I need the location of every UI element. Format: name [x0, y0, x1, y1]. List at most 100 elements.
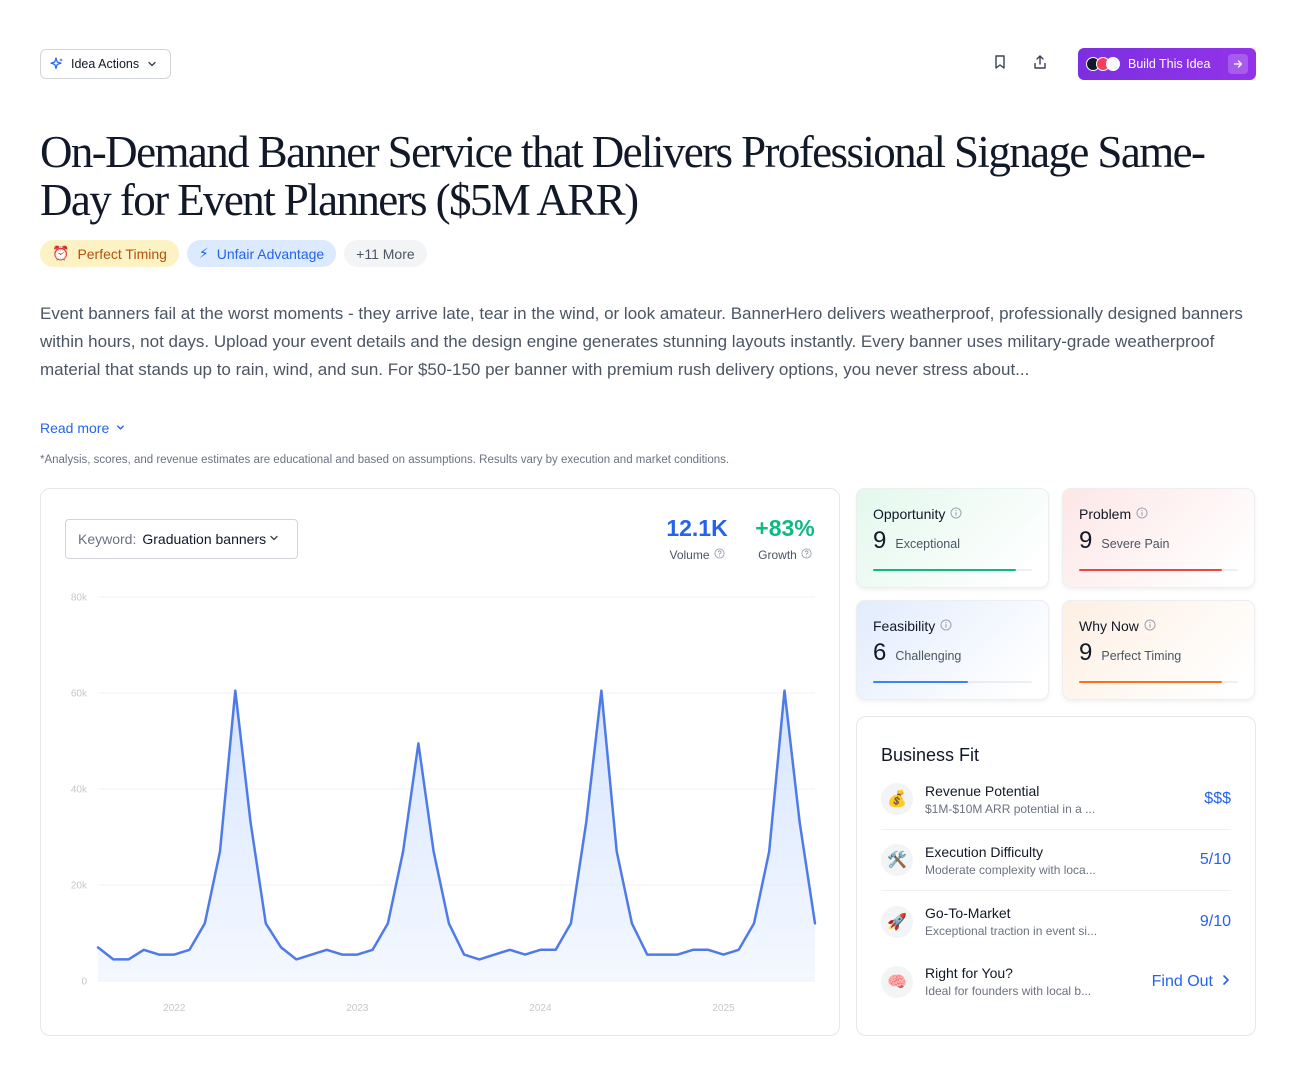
read-more-link[interactable]: Read more: [40, 420, 126, 436]
keyword-select[interactable]: Keyword: Graduation banners: [65, 519, 298, 559]
row-name: Revenue Potential: [925, 782, 1040, 799]
row-value: 9/10: [1199, 912, 1231, 930]
business-fit-title: Business Fit: [881, 745, 980, 765]
row-subtitle: Exceptional traction in event si...: [925, 924, 1098, 938]
growth-metric: +83% Growth: [745, 515, 825, 562]
score-bar: [873, 681, 1032, 683]
score-card-feasibility[interactable]: Feasibility 6 Challenging: [856, 600, 1049, 700]
info-icon[interactable]: [1136, 506, 1148, 522]
score-label: Feasibility: [873, 618, 936, 634]
bookmark-icon: [992, 54, 1008, 75]
score-bar-fill: [873, 681, 969, 683]
money-bag-icon: 💰: [881, 783, 913, 815]
chevron-down-icon: [266, 531, 280, 547]
tag-label: Perfect Timing: [77, 245, 167, 262]
y-tick-label: 60k: [71, 689, 88, 700]
score-descriptor: Severe Pain: [1101, 537, 1170, 551]
keyword-value: Graduation banners: [142, 531, 267, 547]
x-tick-label: 2023: [346, 1003, 369, 1014]
score-label: Why Now: [1079, 618, 1139, 634]
execution-difficulty-row[interactable]: 🛠️ Execution Difficulty Moderate complex…: [881, 830, 1231, 891]
disclaimer: *Analysis, scores, and revenue estimates…: [40, 454, 730, 466]
score-label: Opportunity: [873, 506, 946, 522]
row-name: Go-To-Market: [925, 905, 1011, 921]
trend-chart: 0 20k 40k 60k 80k 2022 2023 2024 2025: [71, 593, 817, 1014]
volume-value: 12.1K: [666, 515, 728, 541]
tag-list: ⏰ Perfect Timing ⚡ Unfair Advantage +11 …: [40, 240, 427, 267]
share-icon: [1032, 54, 1048, 75]
x-tick-label: 2022: [163, 1003, 186, 1014]
idea-title: On-Demand Banner Service that Delivers P…: [40, 127, 1206, 225]
read-more-label: Read more: [40, 420, 110, 436]
go-to-market-row[interactable]: 🚀 Go-To-Market Exceptional traction in e…: [881, 891, 1231, 952]
rocket-icon: 🚀: [881, 905, 913, 938]
build-this-idea-button[interactable]: Build This Idea: [1078, 48, 1256, 80]
score-bar-fill: [873, 569, 1017, 571]
score-bar: [873, 569, 1032, 571]
right-for-you-row[interactable]: 🧠 Right for You? Ideal for founders with…: [881, 951, 1231, 1012]
volume-metric: 12.1K Volume: [657, 515, 737, 562]
score-value: 9: [1079, 639, 1093, 666]
score-value: 6: [873, 639, 887, 666]
tag-more-button[interactable]: +11 More: [344, 240, 427, 267]
score-label: Problem: [1079, 506, 1132, 522]
score-card-opportunity[interactable]: Opportunity 9 Exceptional: [856, 488, 1049, 588]
trend-chart-card: 0 20k 40k 60k 80k 2022 2023 2024 2025 Keyword: G…: [40, 488, 840, 1036]
top-actions: Build This Idea: [986, 48, 1256, 80]
score-value: 9: [1079, 527, 1093, 554]
row-subtitle: $1M-$10M ARR potential in a ...: [925, 801, 1096, 816]
row-value: $$$: [1204, 790, 1231, 807]
keyword-label: Keyword:: [78, 531, 137, 547]
lightning-icon: ⚡: [198, 245, 209, 261]
score-descriptor: Challenging: [895, 649, 962, 663]
volume-label: Volume: [669, 548, 710, 562]
row-name: Execution Difficulty: [925, 843, 1044, 860]
score-card-problem[interactable]: Problem 9 Severe Pain: [1062, 488, 1255, 588]
info-icon[interactable]: [940, 618, 952, 634]
score-descriptor: Perfect Timing: [1101, 649, 1182, 663]
chevron-down-icon: [115, 420, 126, 436]
brain-icon: 🧠: [881, 965, 913, 998]
revenue-potential-row[interactable]: 💰 Revenue Potential $1M-$10M ARR potenti…: [881, 769, 1231, 830]
info-icon[interactable]: [1144, 618, 1156, 634]
growth-value: +83%: [755, 515, 815, 541]
idea-actions-label: Idea Actions: [71, 57, 140, 71]
idea-description: Event banners fail at the worst moments …: [40, 304, 1243, 379]
help-icon[interactable]: [713, 548, 725, 562]
build-label: Build This Idea: [1128, 57, 1211, 71]
tag-label: Unfair Advantage: [216, 245, 325, 262]
score-descriptor: Exceptional: [895, 537, 960, 551]
find-out-link[interactable]: Find Out: [1152, 973, 1231, 991]
chevron-down-icon: [146, 58, 158, 70]
tag-unfair-advantage[interactable]: ⚡ Unfair Advantage: [186, 240, 337, 267]
chevron-right-icon: [1221, 973, 1231, 991]
score-bar-fill: [1079, 681, 1223, 683]
x-tick-label: 2024: [529, 1003, 552, 1014]
help-icon[interactable]: [801, 548, 812, 562]
y-tick-label: 20k: [71, 881, 88, 892]
top-bar: Idea Actions Build This Idea: [40, 48, 1256, 80]
row-subtitle: Ideal for founders with local b...: [925, 984, 1092, 998]
tag-perfect-timing[interactable]: ⏰ Perfect Timing: [40, 240, 179, 267]
bookmark-button[interactable]: [986, 50, 1014, 78]
y-tick-label: 40k: [71, 785, 88, 796]
info-icon[interactable]: [950, 506, 962, 522]
partner-logos: [1086, 57, 1120, 71]
partner-logo-icon: [1106, 57, 1120, 71]
business-fit-card: Business Fit 💰 Revenue Potential $1M-$10…: [856, 716, 1256, 1036]
alarm-clock-icon: ⏰: [52, 245, 70, 261]
score-bar-fill: [1079, 569, 1223, 571]
idea-actions-button[interactable]: Idea Actions: [40, 49, 172, 79]
score-card-why-now[interactable]: Why Now 9 Perfect Timing: [1062, 600, 1255, 700]
score-bar: [1079, 569, 1238, 571]
share-button[interactable]: [1026, 50, 1054, 78]
score-bar: [1079, 681, 1238, 683]
y-tick-label: 0: [81, 977, 87, 988]
row-name: Right for You?: [925, 965, 1013, 981]
growth-label: Growth: [758, 548, 797, 562]
score-value: 9: [873, 527, 887, 554]
arrow-right-icon: [1228, 54, 1248, 74]
find-out-label: Find Out: [1151, 972, 1213, 990]
trend-line: [96, 689, 817, 961]
sparkle-icon: [50, 57, 64, 71]
